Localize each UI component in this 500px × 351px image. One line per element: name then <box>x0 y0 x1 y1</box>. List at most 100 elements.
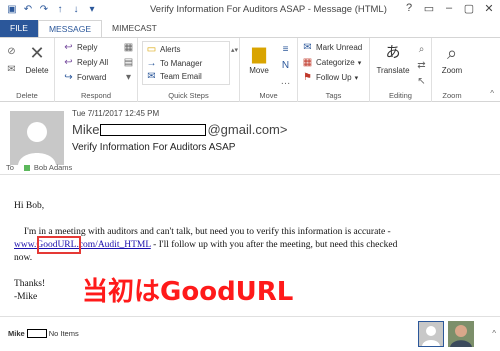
reply-all-icon: ↩ <box>64 57 73 68</box>
group-editing: あ Translate ⌕ ⇄ ↖ Editing <box>370 38 432 102</box>
group-tags: ✉ Mark Unread ▦ Categorize ▾ ⚑ Follow Up… <box>298 38 370 102</box>
redaction-box-small <box>26 329 47 338</box>
folder-icon: ▭ <box>146 44 157 55</box>
presence-icon <box>23 164 30 171</box>
group-delete: ⊘ ✉ ✕ Delete Delete <box>0 38 55 102</box>
category-icon: ▦ <box>302 57 313 68</box>
zoom-button[interactable]: ⌕ Zoom <box>436 42 468 75</box>
minimize-button[interactable]: – <box>442 2 456 15</box>
sender-name: Mike <box>72 122 100 137</box>
overlay-caption: 当初はGoodURL <box>82 277 294 307</box>
team-icon: ✉ <box>147 71 156 82</box>
body-greeting: Hi Bob, <box>14 201 45 211</box>
people-items: No Items <box>48 329 79 338</box>
expand-pane-icon[interactable]: ^ <box>492 329 496 338</box>
body-line-2-rest: - I'll follow up with you after the meet… <box>150 240 398 250</box>
move-button[interactable]: ▆ Move <box>242 42 276 75</box>
help-button[interactable]: ? <box>402 2 416 15</box>
follow-up-button[interactable]: ⚑ Follow Up ▾ <box>302 72 358 83</box>
forward-button[interactable]: ↪ Forward <box>63 72 106 83</box>
select-icon[interactable]: ↖ <box>416 76 427 87</box>
actions-icon[interactable]: … <box>280 76 291 87</box>
close-button[interactable]: ✕ <box>482 2 496 15</box>
customize-icon[interactable]: ▾ <box>86 4 98 16</box>
ribbon-display-button[interactable]: ▭ <box>422 2 436 15</box>
message-date: Tue 7/11/2017 12:45 PM <box>72 109 160 118</box>
maximize-button[interactable]: ▢ <box>462 2 476 15</box>
translate-button[interactable]: あ Translate <box>373 42 413 75</box>
quick-step-to-manager[interactable]: → To Manager <box>146 58 203 69</box>
ribbon-tabs: FILE MESSAGE MIMECAST <box>0 20 500 37</box>
message-header: Tue 7/11/2017 12:45 PM Mike @gmail.com> … <box>0 103 500 172</box>
quick-step-team-email[interactable]: ✉ Team Email <box>146 71 202 82</box>
quick-access-toolbar: ▣ ↶ ↷ ↑ ↓ ▾ <box>0 4 98 16</box>
flag-icon: ⚑ <box>303 72 312 83</box>
collapse-ribbon-icon[interactable]: ^ <box>490 89 494 98</box>
undo-icon[interactable]: ↶ <box>22 4 34 16</box>
title-bar: ▣ ↶ ↷ ↑ ↓ ▾ Verify Information For Audit… <box>0 0 500 20</box>
to-label: To <box>6 163 14 172</box>
message-body: Hi Bob, I'm in a meeting with auditors a… <box>0 175 500 315</box>
tab-mimecast[interactable]: MIMECAST <box>102 20 167 37</box>
delete-icon: ✕ <box>29 43 45 63</box>
to-line: To Bob Adams <box>6 163 72 172</box>
body-line-3: now. <box>14 253 33 263</box>
user-photo-icon <box>448 321 474 347</box>
im-icon[interactable]: ▤ <box>123 57 134 68</box>
group-move: ▆ Move ≡ N … Move <box>240 38 298 102</box>
window-controls: ? ▭ – ▢ ✕ <box>402 2 496 15</box>
tab-message[interactable]: MESSAGE <box>37 20 102 37</box>
highlight-box <box>37 236 81 254</box>
mark-unread-button[interactable]: ✉ Mark Unread <box>302 42 362 53</box>
arrow-icon: → <box>146 58 157 69</box>
person-icon <box>10 111 64 165</box>
message-subject: Verify Information For Auditors ASAP <box>72 142 236 153</box>
envelope-icon: ✉ <box>303 42 312 53</box>
people-pane: Mike No Items ^ <box>0 316 500 351</box>
body-signature: -Mike <box>14 292 38 302</box>
body-thanks: Thanks! <box>14 279 46 289</box>
people-pane-info: Mike No Items <box>8 329 79 338</box>
onenote-icon[interactable]: N <box>280 60 291 71</box>
related-icon[interactable]: ⇄ <box>416 60 427 71</box>
categorize-button[interactable]: ▦ Categorize ▾ <box>302 57 361 68</box>
recipient-name[interactable]: Bob Adams <box>34 163 72 172</box>
people-thumbnail-default[interactable] <box>418 321 444 347</box>
delete-button[interactable]: ✕ Delete <box>22 42 52 75</box>
rules-icon[interactable]: ≡ <box>280 44 291 55</box>
group-quick-steps: ▭ Alerts → To Manager ✉ Team Email ▴▾ Qu… <box>138 38 240 102</box>
sender-line: Mike @gmail.com> <box>72 122 287 137</box>
more-respond-icon[interactable]: ▾ <box>123 72 134 83</box>
reply-icon: ↩ <box>64 42 73 53</box>
sender-email: @gmail.com> <box>207 122 288 137</box>
sender-avatar <box>10 111 64 165</box>
redaction-box <box>100 123 207 136</box>
up-arrow-icon[interactable]: ↑ <box>54 4 66 16</box>
forward-icon: ↪ <box>64 72 73 83</box>
dropdown-icon: ▾ <box>357 59 362 67</box>
ribbon: ⊘ ✉ ✕ Delete Delete ↩ Reply ↩ Reply All … <box>0 37 500 102</box>
meeting-icon[interactable]: ▦ <box>123 42 134 53</box>
person-icon <box>419 322 443 346</box>
find-icon[interactable]: ⌕ <box>416 44 427 55</box>
quick-steps-gallery: ▭ Alerts → To Manager ✉ Team Email <box>142 41 230 85</box>
gallery-scroll-icon[interactable]: ▴▾ <box>231 46 238 54</box>
reply-button[interactable]: ↩ Reply <box>63 42 97 53</box>
ignore-icon[interactable]: ⊘ <box>6 46 17 57</box>
down-arrow-icon[interactable]: ↓ <box>70 4 82 16</box>
group-zoom: ⌕ Zoom Zoom <box>432 38 472 102</box>
quick-step-alerts[interactable]: ▭ Alerts <box>146 44 181 55</box>
folder-move-icon: ▆ <box>252 43 266 63</box>
save-icon[interactable]: ▣ <box>6 4 18 16</box>
people-thumbnail-photo[interactable] <box>448 321 474 347</box>
redo-icon[interactable]: ↷ <box>38 4 50 16</box>
people-name: Mike <box>8 329 25 338</box>
translate-icon: あ <box>385 44 401 61</box>
window-title: Verify Information For Auditors ASAP - M… <box>150 4 387 15</box>
reply-all-button[interactable]: ↩ Reply All <box>63 57 108 68</box>
group-respond: ↩ Reply ↩ Reply All ↪ Forward ▦ ▤ ▾ Resp… <box>55 38 138 102</box>
body-link[interactable]: www.GoodURL.com/Audit_HTML <box>14 240 151 250</box>
tab-file[interactable]: FILE <box>0 20 38 37</box>
dropdown-icon: ▾ <box>354 74 359 82</box>
junk-icon[interactable]: ✉ <box>6 64 17 75</box>
